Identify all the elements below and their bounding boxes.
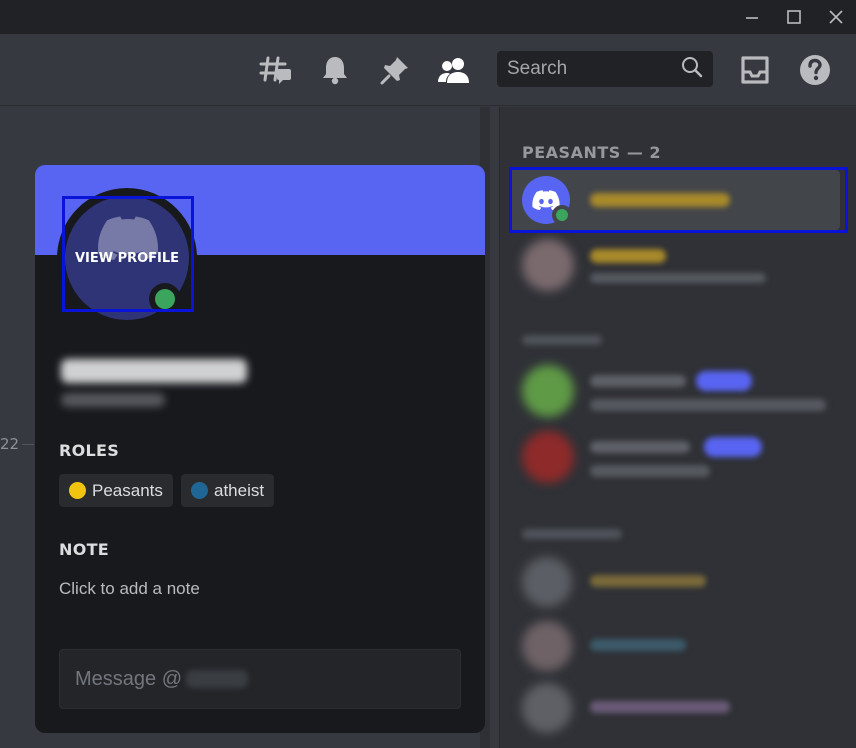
member-name-redacted bbox=[590, 249, 666, 263]
avatar bbox=[522, 431, 574, 483]
close-icon[interactable] bbox=[822, 4, 850, 30]
user-tag-redacted bbox=[61, 393, 165, 407]
member-activity-redacted bbox=[590, 399, 826, 411]
member-name-redacted bbox=[590, 701, 730, 713]
role-color-dot bbox=[69, 482, 86, 499]
member-activity-redacted bbox=[590, 273, 766, 283]
avatar-highlight bbox=[62, 196, 194, 312]
message-placeholder: Message @ bbox=[75, 667, 183, 690]
threads-icon[interactable] bbox=[257, 52, 295, 88]
role-name: atheist bbox=[214, 480, 265, 500]
roles-title: ROLES bbox=[59, 441, 120, 460]
avatar bbox=[522, 621, 572, 671]
message-timestamp-fragment: 22 bbox=[0, 435, 20, 453]
minimize-icon[interactable] bbox=[738, 4, 766, 30]
member-tag-redacted bbox=[696, 371, 752, 391]
member-name-redacted bbox=[590, 375, 686, 387]
role-chip-atheist[interactable]: atheist bbox=[181, 474, 275, 507]
member-item[interactable] bbox=[510, 235, 840, 297]
member-item[interactable] bbox=[510, 617, 840, 679]
member-name-redacted bbox=[590, 441, 690, 453]
title-bar bbox=[0, 0, 856, 34]
member-name-redacted bbox=[590, 575, 706, 587]
note-title: NOTE bbox=[59, 540, 110, 559]
member-item[interactable] bbox=[510, 553, 840, 615]
help-icon[interactable] bbox=[796, 52, 834, 88]
message-divider bbox=[22, 444, 34, 445]
member-group-header-redacted bbox=[522, 529, 622, 539]
search-input[interactable]: Search bbox=[497, 51, 713, 87]
recipient-name-redacted bbox=[186, 670, 249, 688]
maximize-icon[interactable] bbox=[780, 4, 808, 30]
avatar bbox=[522, 239, 574, 291]
member-item[interactable] bbox=[510, 361, 840, 423]
avatar bbox=[522, 365, 574, 417]
member-item[interactable] bbox=[510, 427, 840, 489]
member-tag-redacted bbox=[704, 437, 762, 457]
member-group-header-redacted bbox=[522, 335, 602, 345]
member-name-redacted bbox=[590, 639, 686, 651]
note-input[interactable]: Click to add a note bbox=[59, 579, 200, 599]
avatar bbox=[522, 557, 572, 607]
channel-toolbar: Search bbox=[0, 34, 856, 106]
message-input[interactable]: Message @ bbox=[59, 649, 461, 709]
search-placeholder: Search bbox=[507, 58, 568, 79]
inbox-icon[interactable] bbox=[736, 52, 774, 88]
pin-icon[interactable] bbox=[376, 52, 414, 88]
role-color-dot bbox=[191, 482, 208, 499]
members-icon[interactable] bbox=[435, 52, 473, 88]
username-redacted[interactable] bbox=[61, 359, 247, 383]
role-chip-peasants[interactable]: Peasants bbox=[59, 474, 173, 507]
member-item[interactable] bbox=[510, 679, 840, 741]
bell-icon[interactable] bbox=[316, 52, 354, 88]
search-icon bbox=[681, 56, 703, 82]
member-activity-redacted bbox=[590, 465, 710, 477]
avatar bbox=[522, 683, 572, 733]
member-group-header: PEASANTS — 2 bbox=[522, 143, 662, 162]
role-name: Peasants bbox=[92, 480, 163, 500]
selected-member-highlight bbox=[509, 167, 848, 233]
